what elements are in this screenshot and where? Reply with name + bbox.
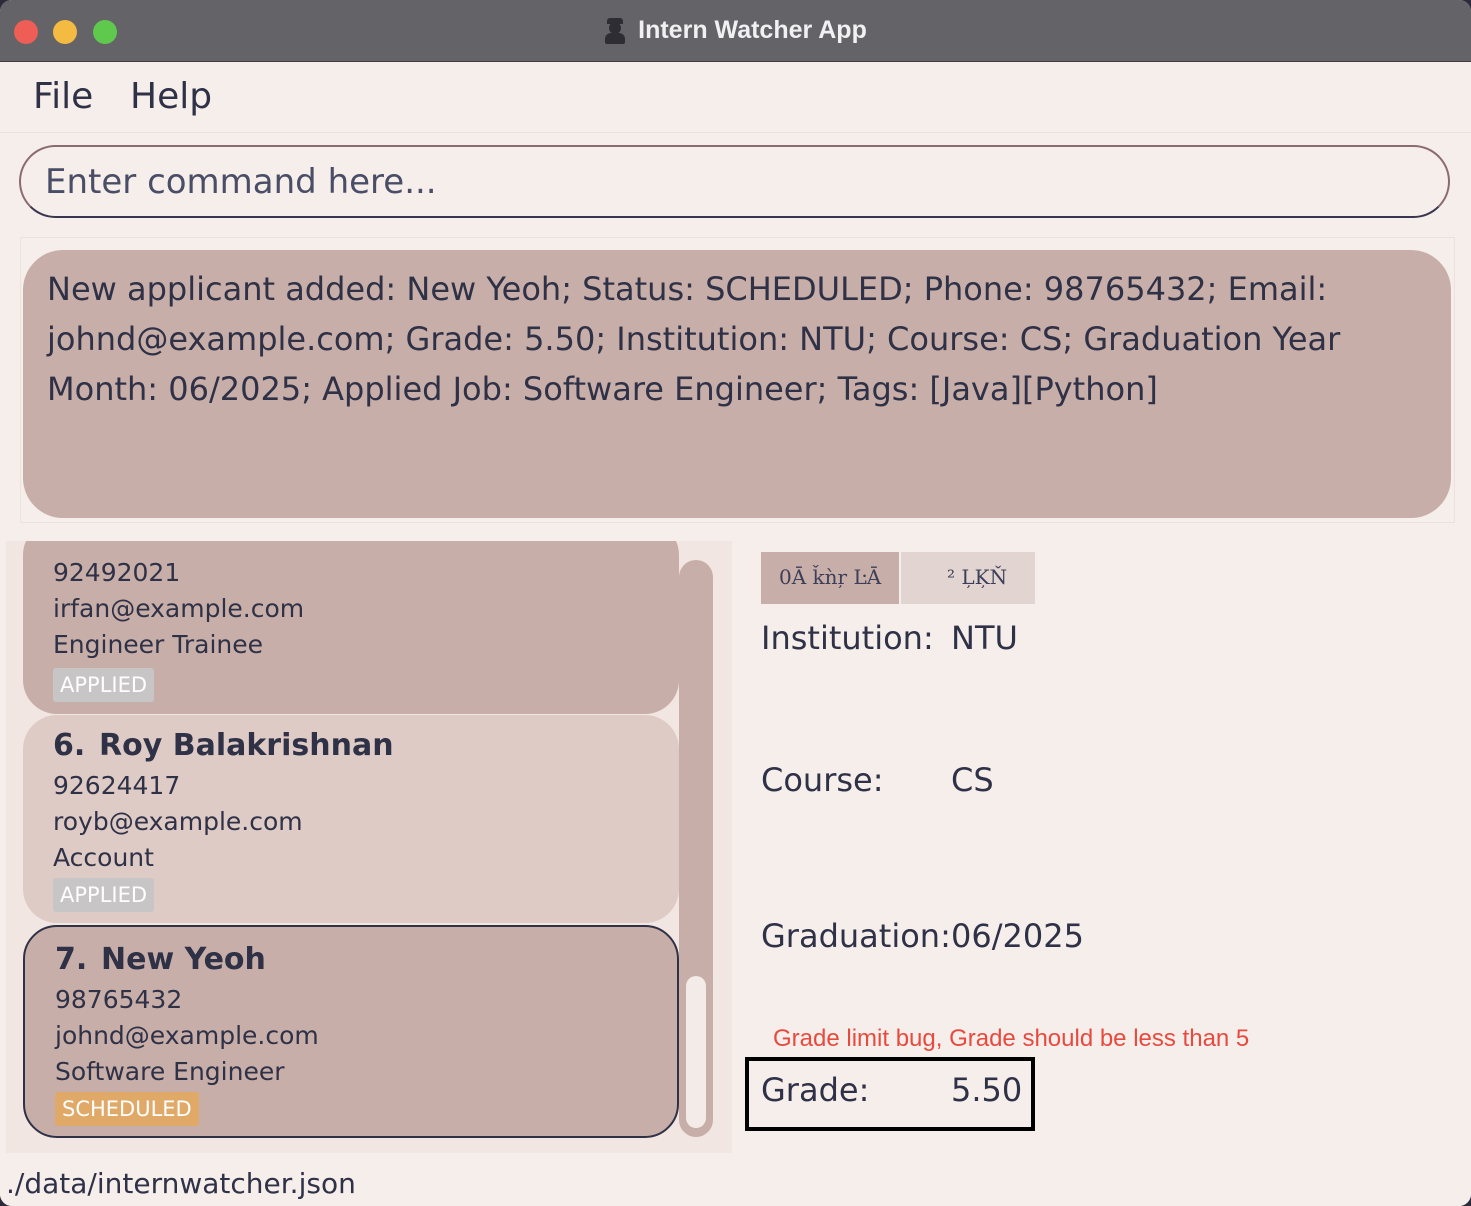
command-input[interactable] (45, 159, 1415, 205)
applicant-job: Engineer Trainee (53, 630, 264, 659)
applicant-name: Roy Balakrishnan (99, 728, 394, 763)
status-badge: SCHEDULED (55, 1092, 199, 1126)
list-scrollbar[interactable] (679, 560, 713, 1137)
menu-bar: File Help (0, 62, 1471, 133)
course-value: CS (951, 761, 994, 799)
tab-label: 0Ā ǩǹŗ ĿĀ (779, 565, 882, 589)
tab-secondary[interactable]: ² ĻĶŇ (901, 552, 1035, 604)
graduation-value: 06/2025 (951, 917, 1084, 955)
result-display: New applicant added: New Yeoh; Status: S… (23, 250, 1451, 518)
app-logo-icon (604, 17, 626, 44)
applicant-name: New Yeoh (101, 942, 266, 977)
graduation-label: Graduation: (761, 917, 951, 955)
applicant-email: royb@example.com (53, 807, 303, 836)
menu-help[interactable]: Help (130, 76, 212, 117)
status-badge: APPLIED (53, 878, 155, 912)
result-message: New applicant added: New Yeoh; Status: S… (47, 270, 1341, 408)
app-window: Intern Watcher App File Help New applica… (0, 0, 1471, 1206)
applicant-phone: 92492021 (53, 558, 181, 587)
grade-label: Grade: (761, 1071, 870, 1109)
applicant-card[interactable]: 6. Roy Balakrishnan 92624417 royb@exampl… (23, 715, 679, 923)
institution-value: NTU (951, 619, 1018, 657)
scrollbar-thumb[interactable] (686, 976, 706, 1128)
menu-file[interactable]: File (33, 76, 93, 117)
applicant-index: 7. (55, 942, 88, 977)
title-group: Intern Watcher App (0, 0, 1471, 61)
bug-annotation: Grade limit bug, Grade should be less th… (773, 1025, 1250, 1052)
applicant-job: Software Engineer (55, 1057, 285, 1086)
applicant-card[interactable]: 92492021 irfan@example.com Engineer Trai… (23, 541, 679, 714)
applicant-phone: 98765432 (55, 985, 183, 1014)
detail-panel: 0Ā ǩǹŗ ĿĀ ² ĻĶŇ Institution: NTU Course:… (740, 541, 1471, 1153)
window-title: Intern Watcher App (638, 16, 867, 44)
grade-value: 5.50 (951, 1071, 1023, 1109)
applicant-list-panel: 92492021 irfan@example.com Engineer Trai… (6, 541, 732, 1153)
tab-label: ² ĻĶŇ (947, 565, 1008, 589)
command-box (19, 145, 1450, 218)
institution-label: Institution: (761, 619, 934, 657)
course-label: Course: (761, 761, 884, 799)
applicant-index: 6. (53, 728, 86, 763)
status-badge: APPLIED (53, 668, 155, 702)
applicant-phone: 92624417 (53, 771, 181, 800)
save-file-path: ./data/internwatcher.json (6, 1167, 356, 1200)
applicant-job: Account (53, 843, 154, 872)
tab-details[interactable]: 0Ā ǩǹŗ ĿĀ (761, 552, 899, 604)
applicant-card-selected[interactable]: 7. New Yeoh 98765432 johnd@example.com S… (23, 925, 679, 1138)
title-bar: Intern Watcher App (0, 0, 1471, 62)
applicant-email: irfan@example.com (53, 594, 305, 623)
applicant-email: johnd@example.com (55, 1021, 319, 1050)
status-bar: ./data/internwatcher.json (0, 1160, 1471, 1206)
